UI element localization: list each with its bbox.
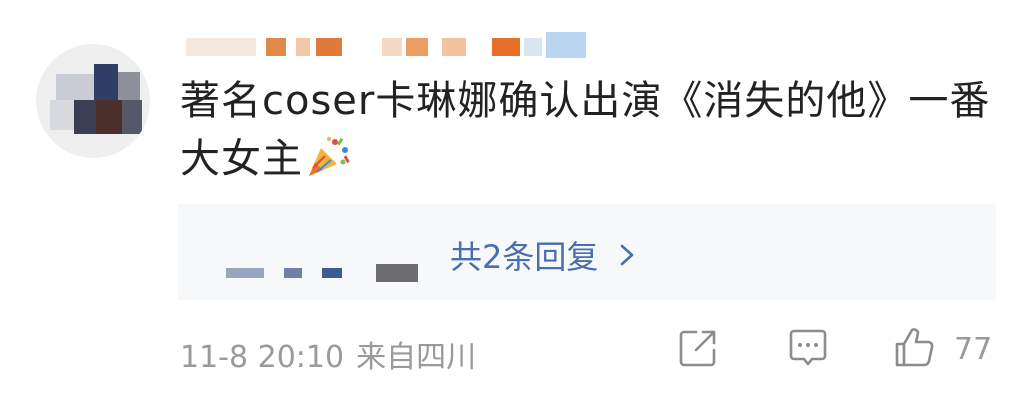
avatar[interactable] (36, 44, 150, 158)
reply-author-blurred (376, 264, 418, 282)
reply-author-blurred (322, 268, 342, 278)
chevron-right-icon (621, 244, 634, 266)
comment-text-block: 著名coser卡琳娜确认出演《消失的他》一番大女主 (180, 72, 1000, 188)
view-replies-link[interactable]: 共2条回复 (450, 232, 640, 278)
replies-preview[interactable]: 共2条回复 (178, 204, 996, 300)
view-replies-label: 共2条回复 (450, 238, 599, 276)
comment-icon[interactable] (786, 326, 830, 370)
share-icon[interactable] (676, 326, 720, 370)
comment-meta: 11-8 20:10 来自四川 (180, 332, 476, 376)
reply-author-blurred (284, 268, 302, 278)
like-icon[interactable] (892, 326, 936, 370)
reply-author-blurred (226, 268, 264, 278)
comment-location: 来自四川 (356, 340, 477, 375)
username-blurred[interactable] (186, 30, 596, 62)
comment-text: 著名coser卡琳娜确认出演《消失的他》一番大女主 (180, 78, 991, 182)
comment-date: 11-8 20:10 (180, 340, 345, 375)
like-count: 77 (954, 332, 993, 367)
party-popper-icon (309, 137, 350, 176)
